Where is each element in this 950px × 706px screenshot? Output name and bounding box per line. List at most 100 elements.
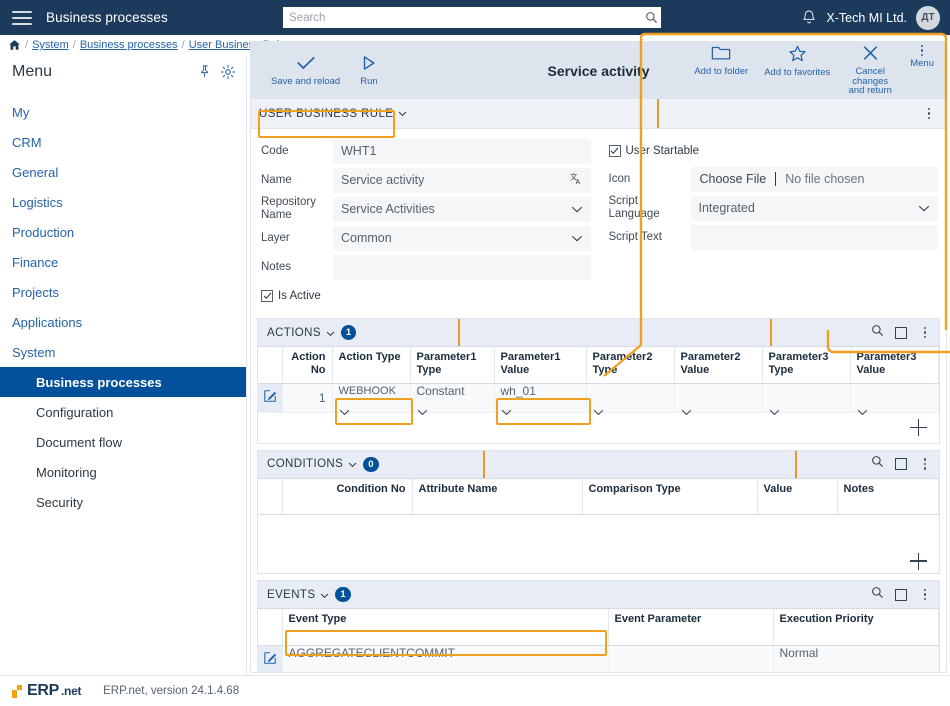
search-box[interactable] (283, 7, 661, 28)
chevron-down-icon[interactable] (348, 455, 357, 473)
repository-name-select[interactable]: Service Activities (333, 196, 591, 222)
code-field[interactable]: WHT1 (333, 138, 591, 164)
cell-p3-type[interactable] (762, 383, 851, 415)
hamburger-icon[interactable] (12, 10, 32, 25)
table-row[interactable]: AGGREGATECLIENTCOMMIT Normal (258, 645, 939, 672)
cell-action-type-value: WEBHOOK (338, 384, 396, 397)
cell-p1-type-value: Constant (416, 383, 465, 398)
toolbar-button-label: Menu (910, 58, 934, 70)
sidebar-item-label: Applications (12, 314, 83, 330)
cell-p3-value[interactable] (850, 383, 939, 415)
tab-user-business-rule[interactable]: USER BUSINESS RULE (251, 108, 415, 120)
edit-row-icon[interactable] (258, 383, 283, 413)
actions-col-selector (258, 347, 283, 384)
user-startable-checkbox[interactable] (608, 145, 621, 157)
kebab-icon[interactable] (918, 326, 932, 339)
sidebar-item-monitoring[interactable]: Monitoring (0, 457, 246, 487)
is-active-checkbox-row[interactable]: Is Active (251, 282, 599, 306)
field-row-repository-name: Repository Name Service Activities (251, 195, 599, 223)
add-to-folder-button[interactable]: Add to folder (688, 45, 754, 77)
run-button[interactable]: Run (354, 55, 383, 87)
cell-p2-value[interactable] (674, 383, 763, 415)
add-to-favorites-button[interactable]: Add to favorites (758, 45, 836, 78)
cell-action-type[interactable]: WEBHOOK (332, 383, 411, 415)
search-icon[interactable] (871, 455, 884, 473)
is-active-checkbox[interactable] (261, 290, 273, 302)
name-field[interactable]: Service activity 文A (333, 167, 591, 193)
actions-count-badge: 1 (340, 325, 357, 340)
sidebar-item-projects[interactable]: Projects (0, 277, 246, 307)
sidebar-item-security[interactable]: Security (0, 487, 246, 517)
breadcrumb-item-system[interactable]: System (32, 39, 69, 51)
search-input[interactable] (283, 8, 641, 27)
conditions-col-comparison-type: Comparison Type (582, 478, 758, 515)
sidebar-item-document-flow[interactable]: Document flow (0, 427, 246, 457)
conditions-section-header: CONDITIONS 0 (258, 450, 939, 479)
plus-icon[interactable] (910, 552, 927, 570)
script-language-select[interactable]: Integrated (690, 195, 938, 221)
chevron-down-icon (289, 667, 300, 672)
sidebar-item-applications[interactable]: Applications (0, 307, 246, 337)
sidebar-item-logistics[interactable]: Logistics (0, 187, 246, 217)
sidebar-item-crm[interactable]: CRM (0, 127, 246, 157)
cell-p1-value[interactable]: wh_01 (494, 383, 587, 415)
cell-execution-priority[interactable]: Normal (773, 645, 939, 672)
kebab-icon[interactable] (918, 588, 932, 601)
plus-icon[interactable] (910, 419, 927, 436)
top-right-cluster: X-Tech MI Ltd. ДТ (801, 0, 940, 35)
chevron-down-icon[interactable] (326, 324, 335, 342)
sidebar-item-finance[interactable]: Finance (0, 247, 246, 277)
search-icon[interactable] (871, 324, 884, 342)
translate-icon[interactable]: 文A (570, 171, 583, 188)
events-col-event-parameter: Event Parameter (608, 609, 774, 646)
sidebar-item-production[interactable]: Production (0, 217, 246, 247)
notes-field[interactable] (333, 254, 591, 280)
avatar[interactable]: ДТ (916, 5, 940, 30)
chevron-down-icon (339, 405, 350, 419)
cancel-changes-and-return-button[interactable]: Cancel changes and return (840, 45, 900, 97)
maximize-icon[interactable] (895, 326, 907, 339)
conditions-count-badge: 0 (363, 456, 379, 472)
tabstrip-kebab-icon[interactable] (922, 107, 936, 120)
sidebar-item-system[interactable]: System (0, 337, 246, 367)
sidebar-item-general[interactable]: General (0, 157, 246, 187)
table-row[interactable]: 1 WEBHOOK Constant wh_01 (258, 383, 939, 415)
gear-icon[interactable] (220, 64, 236, 80)
chevron-down-icon (398, 108, 407, 120)
toolbar-menu-button[interactable]: Menu (904, 44, 940, 70)
sidebar: Menu My CRM General Logistics Production… (0, 55, 247, 675)
icon-file-input[interactable]: Choose File No file chosen (690, 166, 938, 192)
sidebar-item-label: CRM (12, 134, 42, 150)
search-icon[interactable] (871, 586, 884, 604)
script-text-field[interactable] (690, 224, 938, 250)
choose-file-button[interactable]: Choose File (691, 172, 777, 186)
cell-action-no[interactable]: 1 (282, 383, 333, 413)
search-icon[interactable] (641, 7, 661, 28)
save-and-reload-button[interactable]: Save and reload (265, 55, 346, 87)
erp-logo-suffix: .net (61, 684, 82, 698)
cell-event-parameter[interactable] (608, 645, 774, 672)
cell-p1-type[interactable]: Constant (410, 383, 495, 415)
bell-icon[interactable] (801, 9, 817, 26)
home-icon[interactable] (8, 39, 21, 51)
sidebar-item-label: Document flow (36, 434, 122, 450)
sidebar-item-my[interactable]: My (0, 97, 246, 127)
user-startable-checkbox-row[interactable]: User Startable (599, 137, 947, 165)
cell-event-type[interactable]: AGGREGATECLIENTCOMMIT (282, 645, 609, 672)
chevron-down-icon (857, 405, 868, 419)
sidebar-item-business-processes[interactable]: Business processes (0, 367, 246, 397)
maximize-icon[interactable] (895, 588, 907, 601)
top-bar: Business processes X-Tech MI Ltd. ДТ (0, 0, 950, 35)
layer-select[interactable]: Common (333, 225, 591, 251)
edit-row-icon[interactable] (258, 645, 283, 672)
sidebar-item-configuration[interactable]: Configuration (0, 397, 246, 427)
maximize-icon[interactable] (895, 458, 907, 470)
conditions-grid: Condition No Attribute Name Comparison T… (258, 478, 939, 515)
cell-p2-type[interactable] (586, 383, 675, 415)
chevron-down-icon (769, 405, 780, 419)
kebab-icon[interactable] (918, 458, 932, 470)
chevron-down-icon[interactable] (320, 586, 329, 604)
breadcrumb-item-business-processes[interactable]: Business processes (80, 39, 178, 51)
conditions-col-attribute-name: Attribute Name (412, 478, 583, 515)
pin-icon[interactable] (198, 64, 214, 80)
